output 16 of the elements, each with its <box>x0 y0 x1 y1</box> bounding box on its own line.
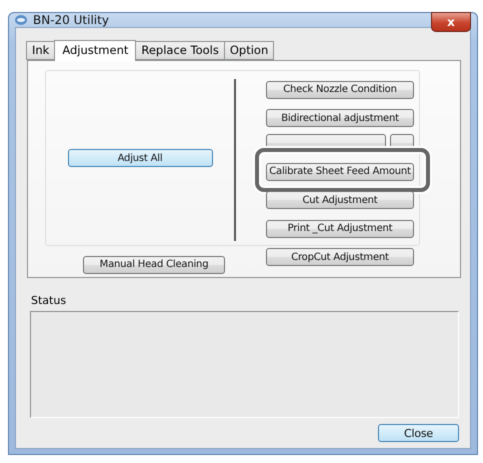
tab[interactable]: Ink <box>26 41 56 60</box>
tab[interactable]: Option <box>224 41 274 60</box>
adjustment-button[interactable]: Bidirectional adjustment <box>266 109 414 127</box>
close-button[interactable]: Close <box>378 424 459 442</box>
adjust-all-button[interactable]: Adjust All <box>68 149 212 167</box>
adjustment-button[interactable]: Check Nozzle Condition <box>266 80 414 98</box>
tab[interactable]: Replace Tools <box>135 41 225 60</box>
tab[interactable]: Adjustment <box>54 40 136 61</box>
window-title: BN-20 Utility <box>33 13 109 27</box>
status-label: Status <box>31 294 68 307</box>
adjustment-button[interactable]: CropCut Adjustment <box>266 248 414 266</box>
adjustment-button[interactable]: Print _Cut Adjustment <box>266 220 414 238</box>
manual-head-cleaning-button[interactable]: Manual Head Cleaning <box>83 256 225 274</box>
adjustment-button[interactable]: Calibrate Sheet Feed Amount <box>266 162 414 180</box>
adjustment-button[interactable]: Cut Adjustment <box>266 191 414 209</box>
close-button[interactable]: x <box>431 12 471 32</box>
